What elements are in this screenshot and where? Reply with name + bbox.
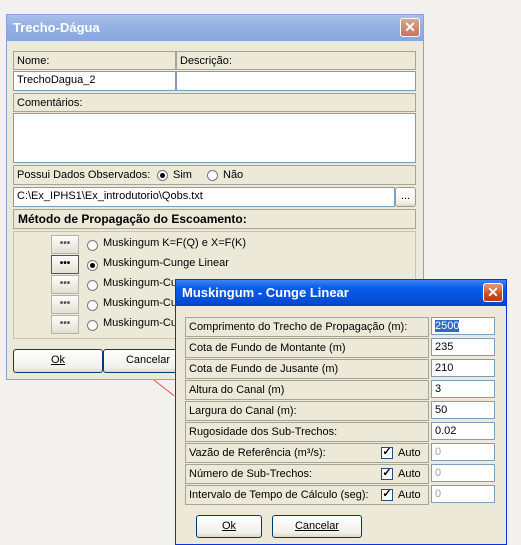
- nome-label: Nome:: [13, 51, 176, 70]
- observados-label: Possui Dados Observados:: [17, 169, 151, 181]
- comentarios-textarea[interactable]: [13, 113, 416, 163]
- method-3-radio[interactable]: [87, 280, 98, 291]
- numero-auto-label[interactable]: Auto: [398, 465, 421, 483]
- cunge-ok-button[interactable]: Ok: [196, 515, 262, 538]
- method-1-radio[interactable]: [87, 240, 98, 251]
- rugosidade-label: Rugosidade dos Sub-Trechos:: [185, 422, 429, 442]
- method-4-settings-button[interactable]: •••: [51, 295, 79, 314]
- numero-subtrechos-label: Número de Sub-Trechos: ✓ Auto: [185, 464, 429, 484]
- method-2-settings-button[interactable]: •••: [51, 255, 79, 274]
- sim-radio[interactable]: [157, 170, 168, 181]
- method-2-label[interactable]: Muskingum-Cunge Linear: [103, 257, 229, 269]
- largura-canal-label: Largura do Canal (m):: [185, 401, 429, 421]
- metodo-heading: Método de Propagação do Escoamento:: [13, 209, 416, 229]
- intervalo-auto-label[interactable]: Auto: [398, 486, 421, 504]
- method-2-radio[interactable]: [87, 260, 98, 271]
- cunge-close-button[interactable]: ✕: [483, 283, 503, 302]
- cunge-title: Muskingum - Cunge Linear: [182, 285, 349, 300]
- cota-montante-input[interactable]: 235: [431, 338, 495, 356]
- vazao-auto-checkbox[interactable]: ✓: [381, 447, 393, 459]
- close-icon: ✕: [404, 19, 416, 35]
- descricao-input[interactable]: [176, 71, 416, 91]
- vazao-auto-label[interactable]: Auto: [398, 444, 421, 462]
- browse-file-button[interactable]: ...: [395, 187, 416, 207]
- cota-montante-label: Cota de Fundo de Montante (m): [185, 338, 429, 358]
- vazao-referencia-label: Vazão de Referência (m³/s): ✓ Auto: [185, 443, 429, 463]
- comentarios-label: Comentários:: [13, 93, 416, 112]
- observados-file-path-input[interactable]: C:\Ex_IPHS1\Ex_introdutorio\Qobs.txt: [13, 187, 395, 207]
- trecho-ok-button[interactable]: Ok: [13, 349, 103, 373]
- method-1-label[interactable]: Muskingum K=F(Q) e X=F(K): [103, 237, 246, 249]
- cunge-cancel-button[interactable]: Cancelar: [272, 515, 362, 538]
- nome-input[interactable]: TrechoDagua_2: [13, 71, 176, 91]
- numero-auto-checkbox[interactable]: ✓: [381, 468, 393, 480]
- intervalo-tempo-label: Intervalo de Tempo de Cálculo (seg): ✓ A…: [185, 485, 429, 505]
- trecho-close-button[interactable]: ✕: [400, 18, 420, 37]
- method-3-label[interactable]: Muskingum-Cu: [103, 277, 177, 289]
- trecho-title: Trecho-Dágua: [13, 20, 100, 35]
- comprimento-input[interactable]: 2500: [431, 317, 495, 335]
- intervalo-tempo-input[interactable]: 0: [431, 485, 495, 503]
- method-4-label[interactable]: Muskingum-Cu: [103, 297, 177, 309]
- altura-canal-label: Altura do Canal (m): [185, 380, 429, 400]
- method-4-radio[interactable]: [87, 300, 98, 311]
- rugosidade-input[interactable]: 0.02: [431, 422, 495, 440]
- method-3-settings-button[interactable]: •••: [51, 275, 79, 294]
- cunge-linear-window: Muskingum - Cunge Linear ✕ Comprimento d…: [175, 279, 507, 545]
- nao-label[interactable]: Não: [223, 167, 243, 183]
- cota-jusante-label: Cota de Fundo de Jusante (m): [185, 359, 429, 379]
- nao-radio[interactable]: [207, 170, 218, 181]
- method-5-radio[interactable]: [87, 320, 98, 331]
- close-icon: ✕: [487, 284, 499, 300]
- largura-canal-input[interactable]: 50: [431, 401, 495, 419]
- descricao-label: Descrição:: [176, 51, 416, 70]
- cota-jusante-input[interactable]: 210: [431, 359, 495, 377]
- observados-row: Possui Dados Observados: Sim Não: [13, 165, 416, 185]
- method-1-settings-button[interactable]: •••: [51, 235, 79, 254]
- numero-subtrechos-input[interactable]: 0: [431, 464, 495, 482]
- trecho-titlebar[interactable]: Trecho-Dágua: [7, 15, 423, 41]
- vazao-referencia-input[interactable]: 0: [431, 443, 495, 461]
- method-5-settings-button[interactable]: •••: [51, 315, 79, 334]
- intervalo-auto-checkbox[interactable]: ✓: [381, 489, 393, 501]
- cunge-titlebar[interactable]: Muskingum - Cunge Linear: [176, 280, 506, 306]
- method-5-label[interactable]: Muskingum-Cu: [103, 317, 177, 329]
- comprimento-label: Comprimento do Trecho de Propagação (m):: [185, 317, 429, 337]
- sim-label[interactable]: Sim: [173, 167, 192, 183]
- altura-canal-input[interactable]: 3: [431, 380, 495, 398]
